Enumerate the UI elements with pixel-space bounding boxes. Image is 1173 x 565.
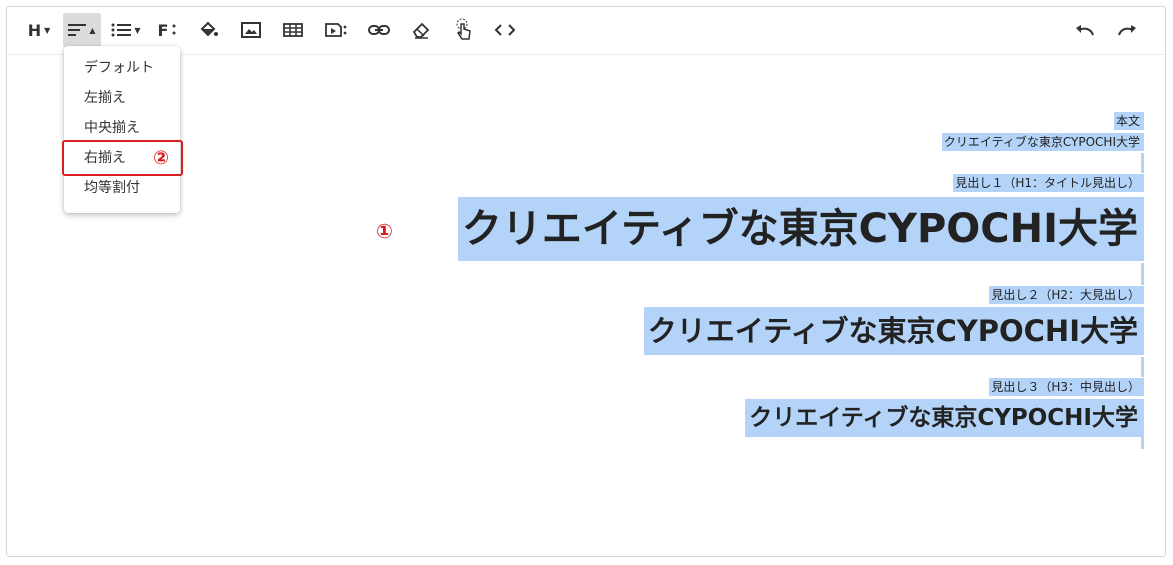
menu-item-justify[interactable]: 均等割付 [64,174,180,202]
redo-icon [1118,25,1136,36]
selection-end [1141,437,1144,449]
fill-color-button[interactable] [193,13,225,47]
fill-color-icon [200,21,218,37]
table-button[interactable] [277,13,309,47]
font-icon: F [157,20,169,40]
code-button[interactable] [489,13,521,47]
annotation-marker-2: ② [153,147,170,169]
menu-item-align-center[interactable]: 中央揃え [64,114,180,142]
h1-label: 見出し１（H1：タイトル見出し） [953,174,1144,192]
align-icon [68,24,87,36]
link-button[interactable] [363,13,395,47]
media-icon [325,23,347,37]
undo-button[interactable] [1069,13,1101,47]
selection-gap [1141,153,1144,173]
eraser-button[interactable] [405,13,437,47]
toolbar: H ▼ ▲ ▼ F [7,7,1165,55]
code-icon [494,24,516,36]
list-button[interactable]: ▼ [107,13,145,47]
annotation-marker-1: ① [376,219,393,243]
chevron-up-icon: ▲ [89,25,96,35]
undo-icon [1076,25,1094,36]
list-icon [111,23,132,37]
menu-item-align-left[interactable]: 左揃え [64,84,180,112]
body-text: クリエイティブな東京CYPOCHI大学 [941,133,1144,151]
font-button[interactable]: F [151,13,183,47]
image-icon [241,22,261,38]
eraser-icon [412,22,430,39]
touch-button[interactable] [447,13,479,47]
media-button[interactable] [319,13,353,47]
selection-gap [1141,357,1144,377]
redo-button[interactable] [1111,13,1143,47]
touch-icon [456,18,471,40]
h2-text: クリエイティブな東京CYPOCHI大学 [643,307,1144,355]
align-button[interactable]: ▲ [63,13,101,47]
heading-button[interactable]: H ▼ [21,13,57,47]
heading-icon: H [27,20,42,40]
more-vertical-icon [172,24,176,35]
link-icon [368,25,390,35]
chevron-down-icon: ▼ [134,25,141,35]
h2-label: 見出し２（H2：大見出し） [989,286,1144,304]
align-dropdown-menu: デフォルト 左揃え 中央揃え 右揃え 均等割付 [64,46,180,213]
image-button[interactable] [235,13,267,47]
chevron-down-icon: ▼ [44,25,51,35]
table-icon [283,23,303,37]
selection-gap [1141,263,1144,285]
h1-text: クリエイティブな東京CYPOCHI大学 [457,197,1144,261]
h3-text: クリエイティブな東京CYPOCHI大学 [745,399,1144,437]
h3-label: 見出し３（H3：中見出し） [989,378,1144,396]
menu-item-default[interactable]: デフォルト [64,54,180,82]
body-label: 本文 [1113,112,1144,130]
rich-text-editor: H ▼ ▲ ▼ F 本文 クリエイティブな東京CYPOCHI大学 見出し１（H1… [6,6,1166,557]
